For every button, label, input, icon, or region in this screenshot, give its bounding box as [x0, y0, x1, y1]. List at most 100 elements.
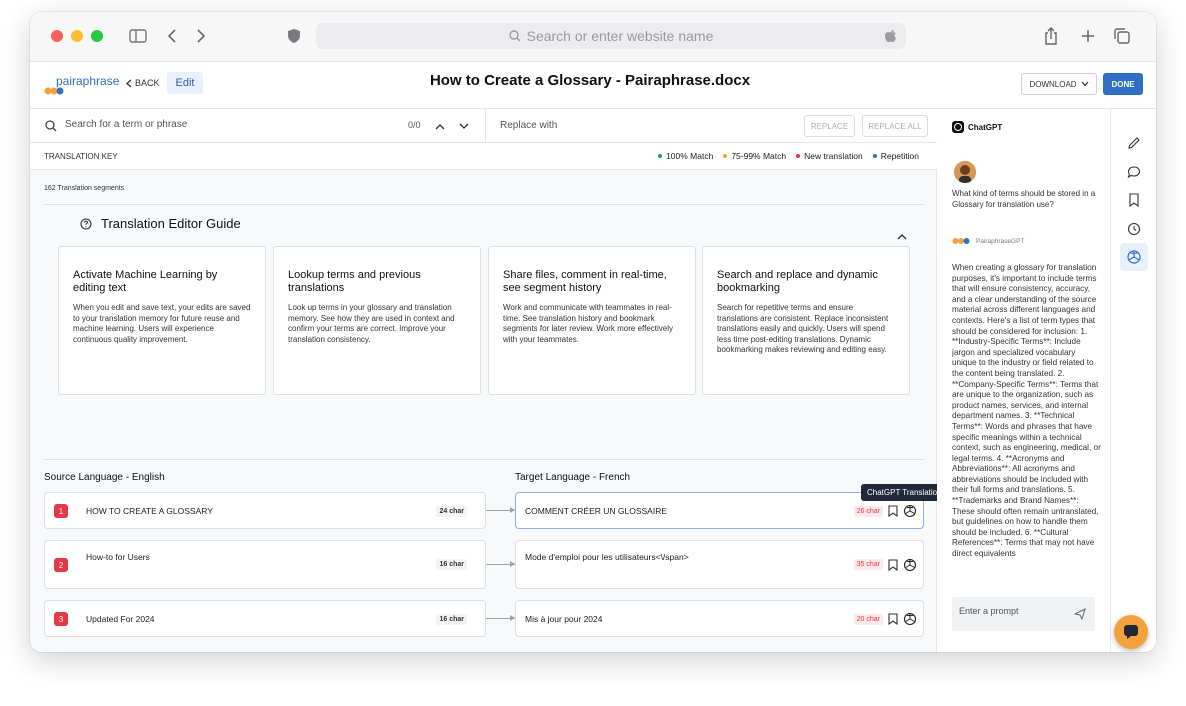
chatgpt-icon[interactable] [903, 558, 917, 572]
target-text: Mis à jour pour 2024 [525, 614, 603, 624]
tabs-overview-icon[interactable] [1113, 27, 1131, 45]
search-replace-bar: Search for a term or phrase 0/0 Replace … [30, 109, 937, 143]
share-icon[interactable] [1042, 26, 1060, 46]
guide-card-title: Search and replace and dynamic bookmarki… [717, 269, 878, 294]
download-label: DOWNLOAD [1029, 79, 1077, 89]
chevron-down-icon [1081, 81, 1089, 87]
new-tab-icon[interactable] [1079, 27, 1097, 45]
translation-key-bar: TRANSLATION KEY 100% Match 75-99% Match … [30, 143, 937, 170]
translation-key-label: TRANSLATION KEY [44, 152, 118, 161]
collapse-chevron-icon[interactable] [897, 233, 907, 240]
guide-card-title: Lookup terms and previous translations [288, 269, 421, 294]
apple-icon [885, 30, 896, 43]
bookmark-icon[interactable] [888, 505, 898, 517]
back-arrow-icon[interactable] [164, 27, 180, 45]
browser-window: Search or enter website name pairaphrase… [30, 12, 1156, 652]
guide-card: Search and replace and dynamic bookmarki… [702, 246, 910, 395]
search-input[interactable]: Search for a term or phrase [65, 119, 187, 130]
back-label: BACK [135, 78, 160, 88]
prompt-placeholder: Enter a prompt [959, 606, 1019, 616]
bot-name: PairaphraseGPT [952, 236, 1024, 246]
char-count: 16 char [436, 614, 467, 625]
chat-title-text: ChatGPT [968, 122, 1003, 132]
segment-connector [486, 561, 515, 567]
history-clock-icon[interactable] [1120, 215, 1148, 243]
char-count: 24 char [436, 506, 467, 517]
segment-connector [486, 507, 515, 513]
chatgpt-panel: ChatGPT What kind of terms should be sto… [937, 109, 1110, 652]
guide-card-body: When you edit and save text, your edits … [73, 303, 251, 344]
guide-card-body: Look up terms in your glossary and trans… [288, 303, 455, 344]
target-language-label: Target Language - French [515, 472, 631, 483]
forward-arrow-icon[interactable] [193, 27, 209, 45]
bookmark-icon[interactable] [888, 559, 898, 571]
divider [44, 204, 924, 205]
source-text: Updated For 2024 [86, 614, 155, 624]
prompt-input[interactable]: Enter a prompt [952, 597, 1095, 631]
chatgpt-icon[interactable] [1120, 243, 1148, 271]
back-button[interactable]: BACK [126, 78, 160, 88]
search-icon [508, 30, 521, 42]
bookmark-icon[interactable] [1120, 186, 1148, 214]
chevron-left-icon [126, 79, 132, 87]
replace-input[interactable]: Replace with [500, 120, 557, 131]
support-chat-button[interactable] [1114, 615, 1148, 649]
chatgpt-translation-tooltip: ChatGPT Translation [861, 484, 948, 501]
source-text: How-to for Users [86, 552, 150, 562]
bot-name-text: PairaphraseGPT [976, 237, 1025, 245]
shield-icon [286, 26, 302, 46]
guide-card: Activate Machine Learning by editing tex… [58, 246, 266, 395]
bookmark-icon[interactable] [888, 613, 898, 625]
user-question: What kind of terms should be stored in a… [952, 189, 1096, 209]
document-title: How to Create a Glossary - Pairaphrase.d… [429, 72, 751, 89]
maximize-window-button[interactable] [91, 30, 103, 42]
target-segment[interactable]: Mis à jour pour 2024 20 char [515, 600, 924, 637]
target-segment[interactable]: Mode d'emploi pour les utilisateurs<\/sp… [515, 540, 924, 589]
guide-card-title: Share files, comment in real-time, see s… [503, 269, 667, 294]
close-window-button[interactable] [51, 30, 63, 42]
match-counter: 0/0 [408, 120, 421, 130]
guide-card-body: Search for repetitive terms and ensure t… [717, 303, 889, 354]
logo-mark-icon [952, 238, 970, 244]
source-segment[interactable]: 3 Updated For 2024 16 char [44, 600, 486, 637]
source-segment[interactable]: 1 HOW TO CREATE A GLOSSARY 24 char [44, 492, 486, 529]
legend-item: 75-99% Match [723, 151, 786, 161]
segment-number: 3 [54, 612, 68, 626]
address-bar[interactable]: Search or enter website name [316, 23, 906, 49]
segment-connector [486, 615, 515, 621]
browser-toolbar: Search or enter website name [30, 12, 1156, 62]
chevron-down-icon[interactable] [459, 123, 469, 130]
done-button[interactable]: DONE [1103, 73, 1143, 95]
segment-number: 1 [54, 504, 68, 518]
target-text: COMMENT CRÉER UN GLOSSAIRE [525, 506, 668, 516]
legend-item: New translation [796, 151, 863, 161]
user-avatar [954, 161, 976, 183]
send-icon[interactable] [1074, 608, 1086, 620]
guide-title: Translation Editor Guide [80, 216, 241, 231]
char-count: 16 char [436, 559, 467, 570]
bot-answer: When creating a glossary for translation… [952, 263, 1101, 559]
segment-number: 2 [54, 558, 68, 572]
chat-bubble-icon [1124, 625, 1138, 639]
chevron-up-icon[interactable] [435, 123, 445, 130]
source-language-label: Source Language - English [44, 472, 165, 483]
comment-icon[interactable] [1120, 158, 1148, 186]
replace-all-button[interactable]: REPLACE ALL [862, 115, 928, 137]
right-toolbar [1110, 109, 1156, 652]
source-text: HOW TO CREATE A GLOSSARY [86, 506, 213, 516]
chatgpt-icon[interactable] [903, 612, 917, 626]
chatgpt-icon [952, 121, 964, 133]
char-count-badge: 26 char [853, 506, 883, 517]
replace-button[interactable]: REPLACE [804, 115, 855, 137]
address-placeholder: Search or enter website name [526, 28, 714, 44]
source-segment[interactable]: 2 How-to for Users 16 char [44, 540, 486, 589]
guide-card: Lookup terms and previous translations L… [273, 246, 481, 395]
chatgpt-icon[interactable] [903, 504, 917, 518]
edit-pencil-icon[interactable] [1120, 129, 1148, 157]
guide-card-body: Work and communicate with teammates in r… [503, 303, 673, 344]
minimize-window-button[interactable] [71, 30, 83, 42]
edit-button[interactable]: Edit [167, 72, 203, 94]
download-button[interactable]: DOWNLOAD [1021, 73, 1097, 95]
guide-title-text: Translation Editor Guide [101, 216, 241, 231]
sidebar-toggle-icon[interactable] [128, 27, 148, 45]
